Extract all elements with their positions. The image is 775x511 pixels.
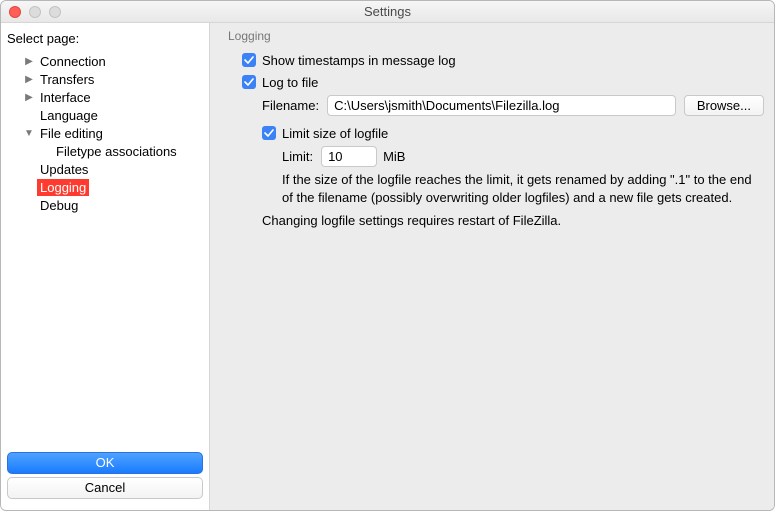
ok-button[interactable]: OK xyxy=(7,452,203,474)
sidebar-item-file-editing[interactable]: ▼ File editing xyxy=(7,124,203,142)
filename-row: Filename: Browse... xyxy=(220,95,764,116)
triangle-down-icon: ▼ xyxy=(21,128,37,139)
log-to-file-checkbox[interactable] xyxy=(242,75,256,89)
check-icon xyxy=(264,128,274,138)
sidebar: Select page: ▶ Connection ▶ Transfers ▶ … xyxy=(1,23,209,510)
sidebar-item-interface[interactable]: ▶ Interface xyxy=(7,88,203,106)
triangle-right-icon: ▶ xyxy=(21,92,37,103)
limit-size-checkbox[interactable] xyxy=(262,126,276,140)
sidebar-item-connection[interactable]: ▶ Connection xyxy=(7,52,203,70)
sidebar-item-language[interactable]: Language xyxy=(7,106,203,124)
log-to-file-label: Log to file xyxy=(262,75,318,90)
select-page-label: Select page: xyxy=(5,29,205,50)
limit-unit: MiB xyxy=(383,149,405,164)
check-icon xyxy=(244,55,254,65)
sidebar-item-transfers[interactable]: ▶ Transfers xyxy=(7,70,203,88)
show-timestamps-checkbox[interactable] xyxy=(242,53,256,67)
restart-note: Changing logfile settings requires resta… xyxy=(220,212,764,230)
sidebar-item-filetype-associations[interactable]: Filetype associations xyxy=(7,142,203,160)
sidebar-item-debug[interactable]: Debug xyxy=(7,196,203,214)
window-title: Settings xyxy=(1,4,774,19)
limit-label: Limit: xyxy=(282,149,313,164)
page-tree: ▶ Connection ▶ Transfers ▶ Interface La xyxy=(5,50,205,447)
titlebar: Settings xyxy=(1,1,774,23)
filename-input[interactable] xyxy=(327,95,676,116)
log-to-file-row: Log to file xyxy=(220,71,764,93)
show-timestamps-label: Show timestamps in message log xyxy=(262,53,456,68)
limit-size-label: Limit size of logfile xyxy=(282,126,388,141)
limit-size-row: Limit size of logfile xyxy=(220,122,764,144)
triangle-right-icon: ▶ xyxy=(21,74,37,85)
limit-input[interactable] xyxy=(321,146,377,167)
sidebar-item-updates[interactable]: Updates xyxy=(7,160,203,178)
limit-info-text: If the size of the logfile reaches the l… xyxy=(220,171,764,206)
filename-label: Filename: xyxy=(262,98,319,113)
main-panel: Logging Show timestamps in message log L… xyxy=(209,23,774,510)
check-icon xyxy=(244,77,254,87)
settings-window: Settings Select page: ▶ Connection ▶ Tra… xyxy=(0,0,775,511)
limit-row: Limit: MiB xyxy=(220,146,764,167)
show-timestamps-row: Show timestamps in message log xyxy=(220,49,764,71)
cancel-button[interactable]: Cancel xyxy=(7,477,203,499)
browse-button[interactable]: Browse... xyxy=(684,95,764,116)
sidebar-item-logging[interactable]: Logging xyxy=(7,178,203,196)
triangle-right-icon: ▶ xyxy=(21,56,37,67)
panel-title: Logging xyxy=(220,29,764,49)
